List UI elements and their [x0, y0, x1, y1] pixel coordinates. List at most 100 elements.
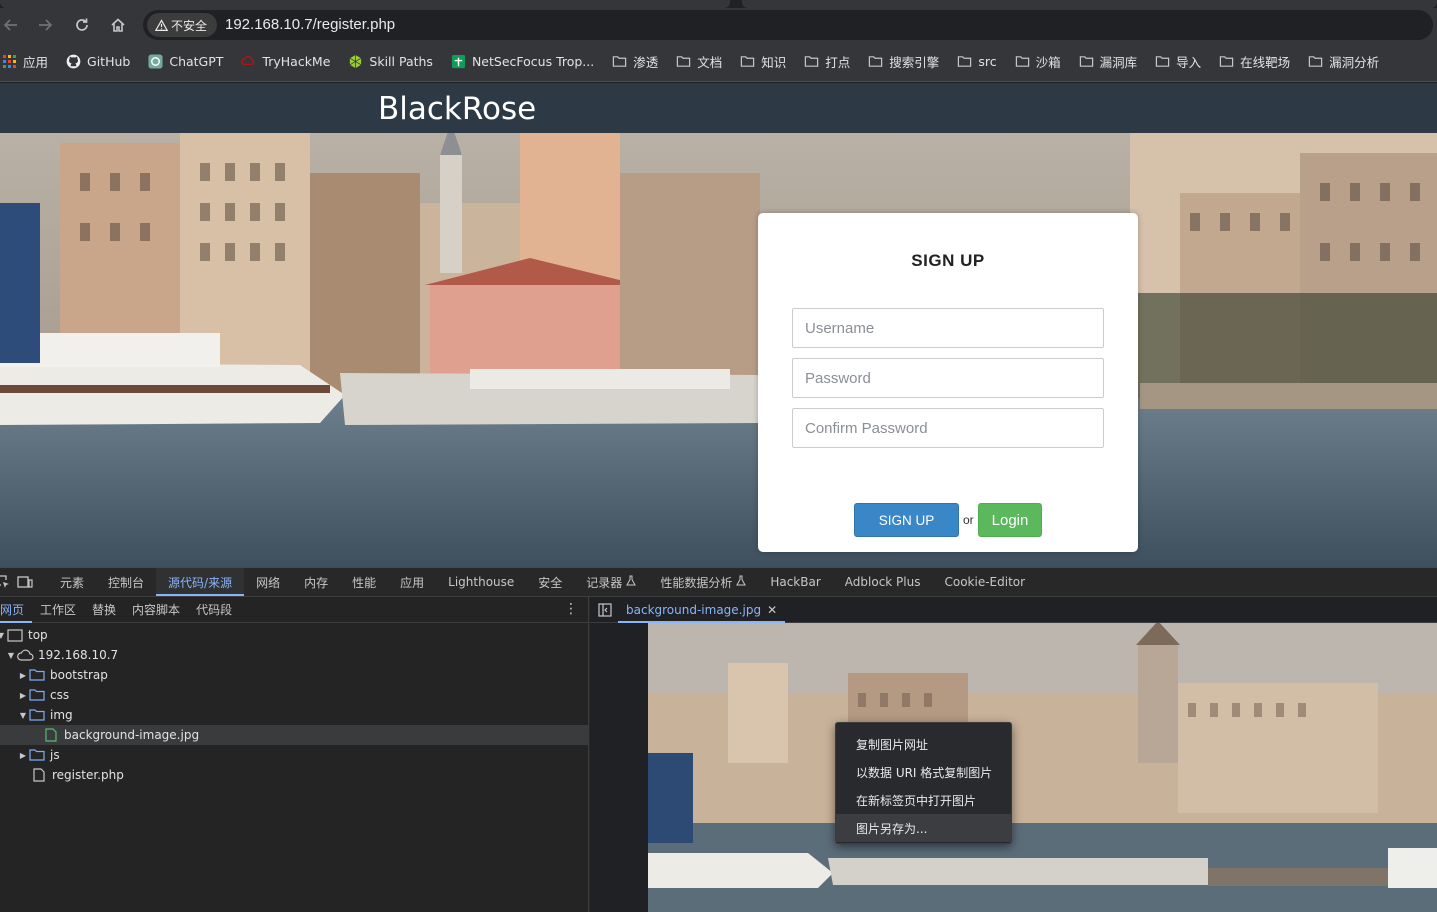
- sources-sub-tab[interactable]: 内容脚本: [124, 597, 188, 623]
- devtools-tab[interactable]: 性能: [340, 568, 388, 596]
- folder-icon: [740, 54, 755, 69]
- bookmark-item[interactable]: 沙箱: [1006, 48, 1070, 76]
- home-button[interactable]: [103, 10, 133, 40]
- back-button[interactable]: [0, 10, 26, 40]
- devtools-tab[interactable]: 性能数据分析: [648, 568, 758, 596]
- sources-sub-tab[interactable]: 替换: [84, 597, 124, 623]
- folder-icon: [1015, 54, 1030, 69]
- bookmark-item[interactable]: Skill Paths: [339, 48, 442, 76]
- devtools-tab[interactable]: Cookie-Editor: [932, 568, 1037, 596]
- tree-item-bootstrap[interactable]: ▶ bootstrap: [0, 665, 588, 685]
- bookmark-item[interactable]: 文档: [667, 48, 731, 76]
- devtools-tab[interactable]: 网络: [244, 568, 292, 596]
- confirm-password-input[interactable]: [792, 408, 1104, 448]
- password-input[interactable]: [792, 358, 1104, 398]
- bookmark-item[interactable]: 打点: [795, 48, 859, 76]
- image-file-icon: [42, 728, 60, 742]
- expand-arrow-icon[interactable]: ▼: [6, 651, 16, 660]
- bookmark-item[interactable]: TryHackMe: [232, 48, 339, 76]
- bookmark-item[interactable]: NetSecFocus Trop...: [442, 48, 603, 76]
- tree-item-host[interactable]: ▼ 192.168.10.7: [0, 645, 588, 665]
- bookmark-item[interactable]: GitHub: [57, 48, 139, 76]
- login-button[interactable]: Login: [978, 503, 1042, 537]
- forward-button[interactable]: [30, 10, 60, 40]
- bookmark-item[interactable]: 导入: [1146, 48, 1210, 76]
- devtools-tab-label: 性能: [352, 575, 377, 590]
- collapse-arrow-icon[interactable]: ▶: [18, 671, 28, 680]
- folder-icon: [28, 708, 46, 722]
- tree-item-label: top: [28, 628, 48, 642]
- devtools-tab[interactable]: 应用: [388, 568, 436, 596]
- tree-item-css[interactable]: ▶ css: [0, 685, 588, 705]
- tree-item-top[interactable]: ▼ top: [0, 625, 588, 645]
- devtools-tab[interactable]: 源代码/来源: [156, 568, 245, 596]
- browser-tab[interactable]: [742, 0, 1437, 8]
- signup-button[interactable]: SIGN UP: [854, 503, 959, 537]
- preview-photo: [648, 623, 1437, 912]
- editor-tabs: background-image.jpg ✕: [590, 597, 1437, 623]
- sheets-icon: [451, 54, 466, 69]
- sources-sub-tabs: 网页 工作区 替换 内容脚本 代码段 ⋮: [0, 597, 588, 623]
- devtools-tab[interactable]: Lighthouse: [436, 568, 526, 596]
- more-options-icon[interactable]: ⋮: [564, 601, 578, 617]
- browser-tab[interactable]: [0, 0, 730, 8]
- devtools-tab[interactable]: 安全: [526, 568, 574, 596]
- tree-item-js[interactable]: ▶ js: [0, 745, 588, 765]
- image-preview[interactable]: [648, 623, 1437, 912]
- folder-icon: [1155, 54, 1170, 69]
- bookmark-item[interactable]: 应用: [0, 48, 57, 76]
- experiment-flask-icon: [736, 575, 747, 589]
- devtools-tab-label: 控制台: [108, 575, 145, 590]
- devtools-tab[interactable]: 记录器: [574, 568, 648, 596]
- bookmark-item[interactable]: 在线靶场: [1210, 48, 1299, 76]
- toggle-navigator-icon[interactable]: [590, 602, 620, 617]
- expand-arrow-icon[interactable]: ▼: [18, 711, 28, 720]
- tree-item-register[interactable]: register.php: [0, 765, 588, 785]
- tree-item-img[interactable]: ▼ img: [0, 705, 588, 725]
- sources-sub-tab[interactable]: 代码段: [188, 597, 240, 623]
- bookmark-item[interactable]: ChatGPT: [139, 48, 232, 76]
- bookmark-item[interactable]: 搜索引擎: [859, 48, 948, 76]
- address-bar[interactable]: 不安全 192.168.10.7/register.php: [143, 10, 1433, 40]
- devtools-tab[interactable]: 控制台: [96, 568, 156, 596]
- copy-image-url-item[interactable]: 复制图片网址: [836, 730, 1011, 758]
- devtools-tab[interactable]: HackBar: [758, 568, 832, 596]
- devtools-tab[interactable]: 内存: [292, 568, 340, 596]
- devtools-tab-label: 网络: [256, 575, 281, 590]
- devtools-tab[interactable]: Adblock Plus: [833, 568, 933, 596]
- devtools-tab-label: Lighthouse: [448, 575, 515, 589]
- security-chip[interactable]: 不安全: [147, 13, 218, 37]
- bookmark-item[interactable]: 漏洞库: [1070, 48, 1147, 76]
- tryhackme-icon: [241, 54, 256, 69]
- home-icon: [111, 18, 125, 32]
- device-toolbar-icon[interactable]: [14, 568, 36, 596]
- apps-grid-icon: [2, 54, 17, 69]
- username-input[interactable]: [792, 308, 1104, 348]
- bookmark-label: 漏洞库: [1099, 55, 1138, 70]
- save-image-as-item[interactable]: 图片另存为...: [836, 814, 1011, 842]
- bookmark-item[interactable]: src: [948, 48, 1005, 76]
- bookmark-label: NetSecFocus Trop...: [471, 54, 595, 69]
- open-image-new-tab-item[interactable]: 在新标签页中打开图片: [836, 786, 1011, 814]
- or-separator: or: [963, 513, 974, 527]
- sources-sub-tab[interactable]: 网页: [0, 597, 32, 623]
- url-text[interactable]: 192.168.10.7/register.php: [225, 16, 395, 33]
- file-tree: ▼ top ▼ 192.168.10.7 ▶ bootstrap ▶ css ▼: [0, 623, 588, 785]
- bookmark-item[interactable]: 渗透: [603, 48, 667, 76]
- devtools-tab[interactable]: 元素: [48, 568, 96, 596]
- security-label: 不安全: [171, 18, 208, 33]
- editor-file-tab[interactable]: background-image.jpg ✕: [618, 597, 785, 623]
- collapse-arrow-icon[interactable]: ▶: [18, 751, 28, 760]
- tree-item-background-image[interactable]: background-image.jpg: [0, 725, 588, 745]
- image-context-menu: 复制图片网址 以数据 URI 格式复制图片 在新标签页中打开图片 图片另存为..…: [835, 722, 1012, 844]
- reload-button[interactable]: [67, 10, 97, 40]
- harbor-photo: [0, 133, 1437, 567]
- inspect-element-icon[interactable]: [0, 568, 14, 596]
- copy-image-data-uri-item[interactable]: 以数据 URI 格式复制图片: [836, 758, 1011, 786]
- sources-sub-tab[interactable]: 工作区: [32, 597, 84, 623]
- bookmark-item[interactable]: 知识: [731, 48, 795, 76]
- collapse-arrow-icon[interactable]: ▶: [18, 691, 28, 700]
- bookmark-item[interactable]: 漏洞分析: [1299, 48, 1388, 76]
- site-brand[interactable]: BlackRose: [378, 91, 536, 127]
- close-icon[interactable]: ✕: [767, 603, 777, 617]
